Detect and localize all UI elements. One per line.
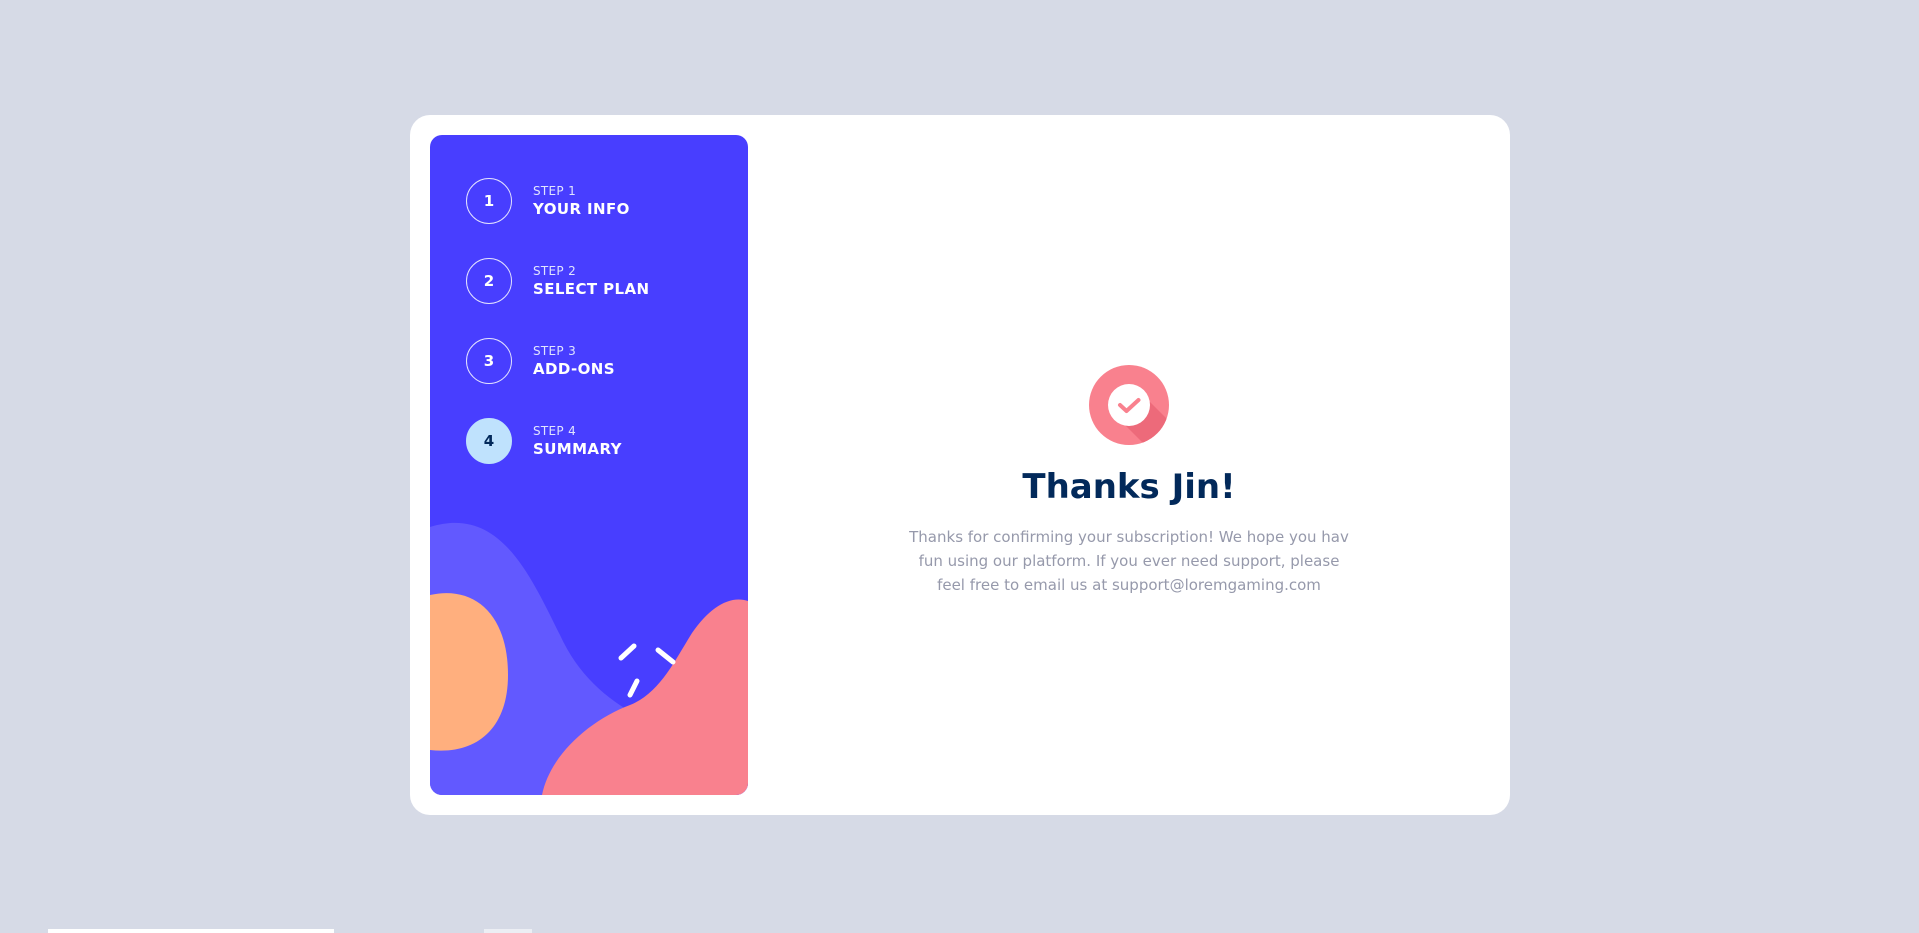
thank-you-block: Thanks Jin! Thanks for confirming your s… (748, 365, 1510, 597)
bottom-strip (484, 929, 532, 933)
step-3[interactable]: 3 STEP 3 ADD-ONS (466, 337, 649, 385)
step-title: SUMMARY (533, 440, 622, 458)
thank-you-title: Thanks Jin! (1022, 467, 1236, 507)
step-sidebar: 1 STEP 1 YOUR INFO 2 STEP 2 SELECT PLAN … (430, 135, 748, 795)
step-label: STEP 1 (533, 184, 577, 198)
step-text: STEP 1 YOUR INFO (533, 183, 630, 219)
step-title: ADD-ONS (533, 360, 615, 378)
form-card: 1 STEP 1 YOUR INFO 2 STEP 2 SELECT PLAN … (410, 115, 1510, 815)
bottom-strip (48, 929, 334, 933)
step-label: STEP 2 (533, 264, 577, 278)
step-number: 2 (466, 258, 512, 304)
step-label: STEP 3 (533, 344, 577, 358)
step-text: STEP 2 SELECT PLAN (533, 263, 649, 299)
step-number: 3 (466, 338, 512, 384)
step-number: 1 (466, 178, 512, 224)
step-1[interactable]: 1 STEP 1 YOUR INFO (466, 177, 649, 225)
step-list: 1 STEP 1 YOUR INFO 2 STEP 2 SELECT PLAN … (466, 177, 649, 497)
check-icon (1089, 365, 1169, 445)
step-label: STEP 4 (533, 424, 577, 438)
step-number: 4 (466, 418, 512, 464)
thank-you-message: Thanks for confirming your subscription!… (909, 528, 1349, 594)
sidebar-decoration (430, 522, 748, 795)
step-text: STEP 4 SUMMARY (533, 423, 622, 459)
step-text: STEP 3 ADD-ONS (533, 343, 615, 379)
step-title: YOUR INFO (533, 200, 630, 218)
step-2[interactable]: 2 STEP 2 SELECT PLAN (466, 257, 649, 305)
step-4[interactable]: 4 STEP 4 SUMMARY (466, 417, 649, 465)
step-title: SELECT PLAN (533, 280, 650, 298)
confirmation-panel: Thanks Jin! Thanks for confirming your s… (748, 115, 1510, 815)
